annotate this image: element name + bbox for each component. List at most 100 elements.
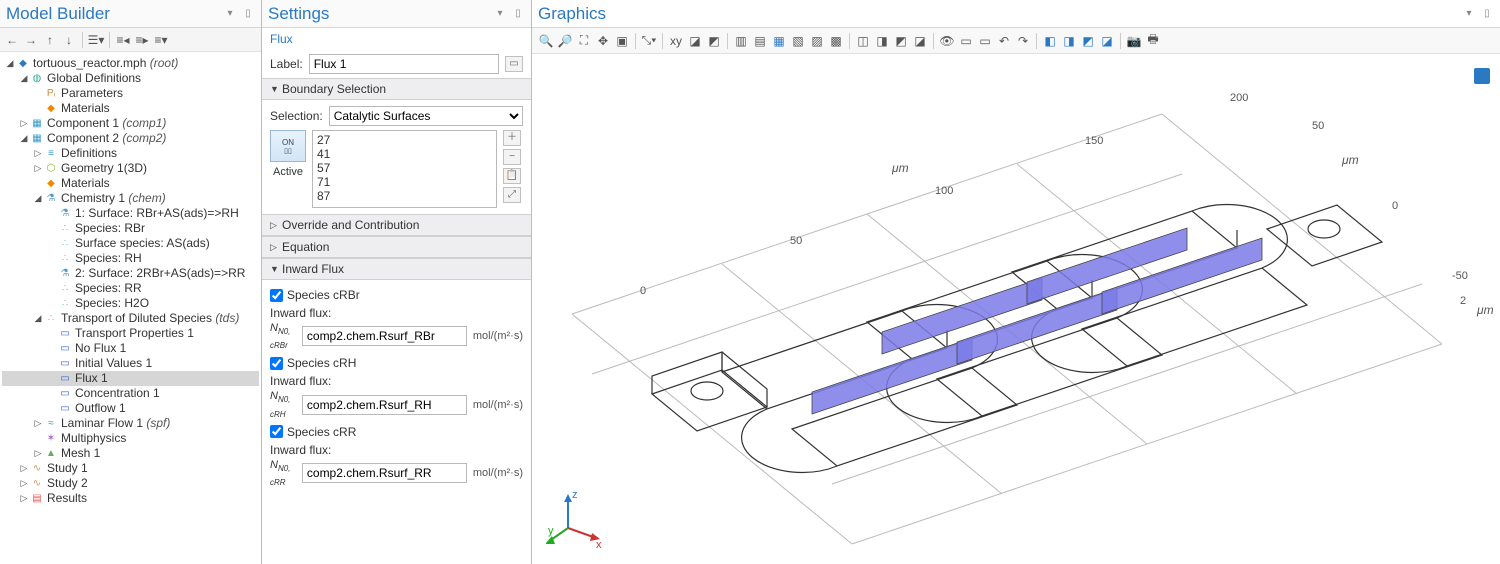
select-point-icon[interactable]: ▧ [790,33,806,49]
show-icon[interactable]: ☰▾ [88,32,104,48]
section-inward-flux[interactable]: ▼ Inward Flux [262,258,531,280]
expand-icon[interactable]: ▷ [18,491,30,506]
settings-subheading: Flux [262,28,531,50]
view-yz-icon[interactable]: ◪ [687,33,703,49]
expand-icon[interactable]: ▷ [32,416,44,431]
expand-icon[interactable]: ▷ [32,446,44,461]
reset-hidden-icon[interactable]: ▭ [977,33,993,49]
species-crr-checkbox[interactable] [270,425,283,438]
nav-back-icon[interactable]: ← [4,32,20,48]
more-icon[interactable]: ≡▾ [153,32,169,48]
svg-text:y: y [548,525,554,537]
expand-icon[interactable]: ◢ [18,71,30,86]
flux-expr-crr-input[interactable] [302,463,467,483]
physics-icon: ≈ [44,417,58,431]
feature-icon: ▭ [58,372,72,386]
flux-expr-crbr-input[interactable] [302,326,467,346]
mb-minimize-icon[interactable]: ▾ [223,7,237,21]
label-input[interactable] [309,54,499,74]
flux-expr-crh-input[interactable] [302,395,467,415]
expand-icon[interactable]: ◢ [32,191,44,206]
graphics-canvas[interactable]: 0 50 100 150 200 μm 50 0 -50 μm 2 μm [532,54,1500,564]
model-builder-title: Model Builder [6,4,110,24]
model-builder-toolbar: ← → ↑ ↓ ☰▾ ≡◂ ≡▸ ≡▾ [0,28,261,52]
selection-zoom-button[interactable]: ⤢ [503,187,521,203]
wireframe-icon[interactable]: ◫ [855,33,871,49]
nav-up-icon[interactable]: ↑ [42,32,58,48]
expand-icon[interactable]: ▷ [18,461,30,476]
messages-badge-icon[interactable] [1474,68,1490,84]
select-boundary-icon[interactable]: ▤ [752,33,768,49]
species-crbr-checkbox[interactable] [270,289,283,302]
species-crh-checkbox[interactable] [270,357,283,370]
label-copy-button[interactable]: ▭ [505,56,523,72]
nav-down-icon[interactable]: ↓ [61,32,77,48]
collapse-all-icon[interactable]: ≡◂ [115,32,131,48]
selection-on-toggle[interactable]: ON▯▯ [270,130,306,162]
legend-icon[interactable]: ◪ [1099,33,1115,49]
lighting-icon[interactable]: ◩ [893,33,909,49]
screenshot-icon[interactable]: 📷 [1126,33,1142,49]
clip-icon[interactable]: ◪ [912,33,928,49]
selection-paste-button[interactable]: 📋 [503,168,521,184]
section-override[interactable]: ▷ Override and Contribution [262,214,531,236]
reaction-icon: ⚗ [58,207,72,221]
zoom-out-icon[interactable]: 🔎 [557,33,573,49]
zoom-selected-icon[interactable]: ▣ [614,33,630,49]
species-icon: ∴ [58,297,72,311]
expand-icon[interactable]: ▷ [18,116,30,131]
expand-icon[interactable]: ◢ [18,131,30,146]
select-edge-icon[interactable]: ▦ [771,33,787,49]
reaction-icon: ⚗ [58,267,72,281]
zoom-extents-icon[interactable]: ✥ [595,33,611,49]
model-tree[interactable]: ◢◆tortuous_reactor.mph (root) ◢◍Global D… [0,52,261,564]
tree-item-flux1: ·▭Flux 1 [2,371,259,386]
view-xz-icon[interactable]: ◩ [706,33,722,49]
selection-add-button[interactable]: ＋ [503,130,521,146]
globe-icon: ◍ [30,72,44,86]
expand-icon[interactable]: ◢ [32,311,44,326]
selection-list[interactable]: 27 41 57 71 87 [312,130,497,208]
expand-icon[interactable]: ▷ [32,146,44,161]
feature-icon: ▭ [58,357,72,371]
definitions-icon: ≡ [44,147,58,161]
expand-all-icon[interactable]: ≡▸ [134,32,150,48]
expand-icon[interactable]: ▷ [32,161,44,176]
hide-icon[interactable]: 👁 [939,33,955,49]
view-axes-icon[interactable]: ⤡▾ [641,33,657,49]
graphics-collapse-icon[interactable]: ▯ [1480,7,1494,21]
view-xy-icon[interactable]: xy [668,33,684,49]
show-hidden-icon[interactable]: ▭ [958,33,974,49]
selection-remove-button[interactable]: − [503,149,521,165]
select-domain-icon[interactable]: ▥ [733,33,749,49]
undo-icon[interactable]: ↶ [996,33,1012,49]
list-item[interactable]: 57 [317,161,492,175]
flux-var-crr: NN0, cRR [270,459,296,487]
list-item[interactable]: 27 [317,133,492,147]
svg-text:μm: μm [1341,153,1359,167]
settings-collapse-icon[interactable]: ▯ [511,7,525,21]
selection-dropdown[interactable]: Catalytic Surfaces [329,106,523,126]
list-item[interactable]: 71 [317,175,492,189]
graphics-minimize-icon[interactable]: ▾ [1462,7,1476,21]
zoom-in-icon[interactable]: 🔍 [538,33,554,49]
axes-icon[interactable]: ◩ [1080,33,1096,49]
section-equation[interactable]: ▷ Equation [262,236,531,258]
grid-icon[interactable]: ◨ [1061,33,1077,49]
expand-icon[interactable]: ◢ [4,56,16,71]
list-item[interactable]: 87 [317,189,492,203]
select-all-icon[interactable]: ▩ [828,33,844,49]
nav-forward-icon[interactable]: → [23,32,39,48]
mb-collapse-icon[interactable]: ▯ [241,7,255,21]
zoom-box-icon[interactable]: ⛶ [576,33,592,49]
section-boundary-selection[interactable]: ▼ Boundary Selection [262,78,531,100]
select-none-icon[interactable]: ▨ [809,33,825,49]
expand-icon[interactable]: ▷ [18,476,30,491]
list-item[interactable]: 41 [317,147,492,161]
print-icon[interactable]: 🖶 [1145,33,1161,49]
settings-minimize-icon[interactable]: ▾ [493,7,507,21]
feature-icon: ▭ [58,342,72,356]
scene-light-icon[interactable]: ◧ [1042,33,1058,49]
transparency-icon[interactable]: ◨ [874,33,890,49]
redo-icon[interactable]: ↷ [1015,33,1031,49]
